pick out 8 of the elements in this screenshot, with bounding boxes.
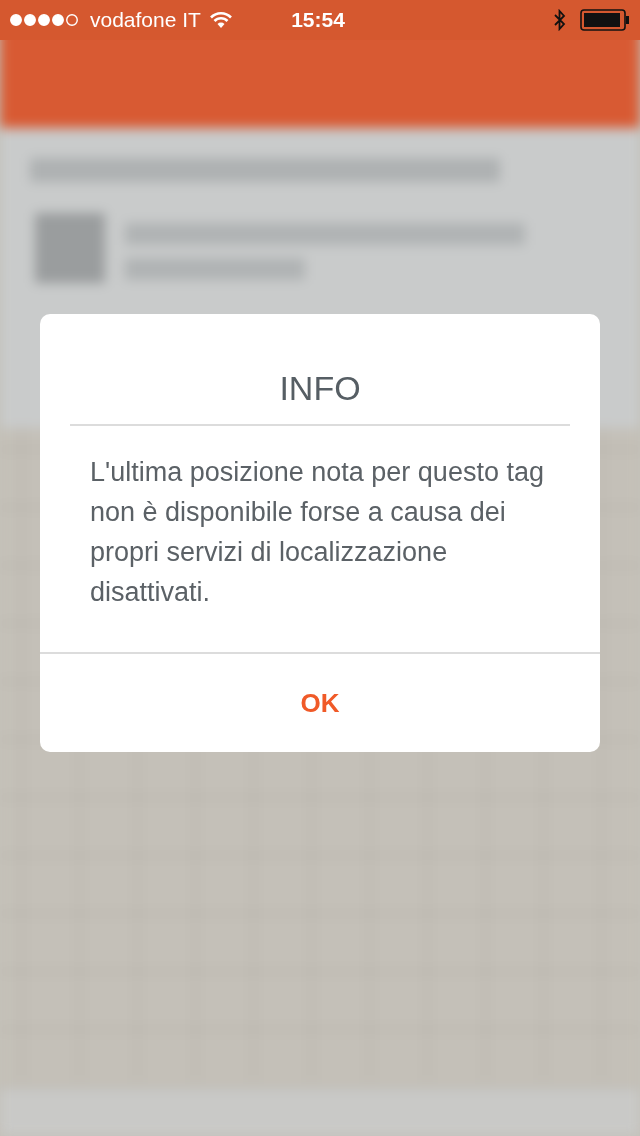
ok-button[interactable]: OK — [40, 654, 600, 752]
battery-icon — [580, 9, 630, 31]
clock-time: 15:54 — [291, 8, 345, 32]
bluetooth-icon — [554, 9, 566, 31]
wifi-icon — [208, 11, 233, 29]
carrier-name: vodafone IT — [90, 8, 201, 32]
dialog-message: L'ultima posizione nota per questo tag non è disponibile forse a causa dei propri servizi di localizzazione disattivati. — [90, 456, 545, 609]
dialog-title: INFO — [278, 368, 362, 408]
